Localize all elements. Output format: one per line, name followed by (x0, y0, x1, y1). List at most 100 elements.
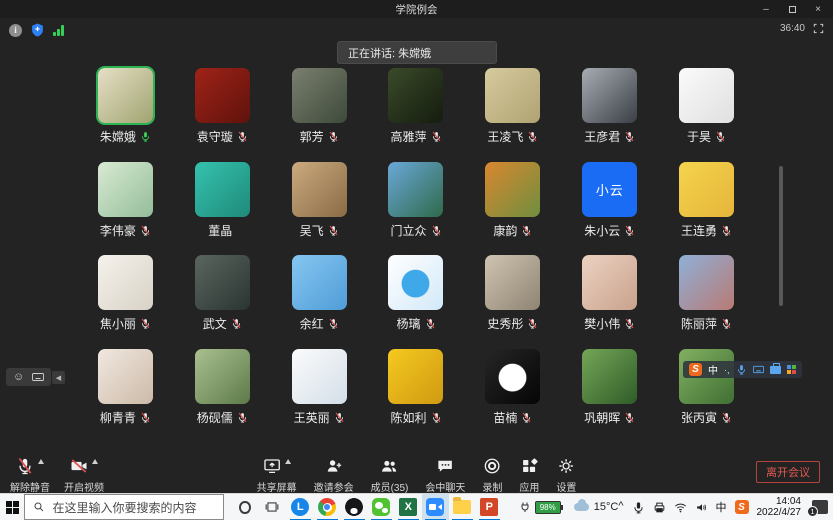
toolbar-button-members[interactable]: 成员(35) (371, 456, 409, 494)
grid-scrollbar[interactable] (779, 166, 783, 306)
start-button[interactable] (0, 494, 24, 520)
voice-input-icon[interactable] (736, 364, 747, 375)
participant-grid: 朱嫦娥 袁守璇 郭芳 高雅萍 (77, 68, 755, 442)
caret-up-icon[interactable] (92, 459, 98, 464)
toolbar-button-camOff[interactable]: 开启视频 (64, 456, 104, 494)
avatar (292, 349, 347, 404)
participant-tile[interactable]: 武文 (174, 255, 271, 349)
ime-toolbox-icon[interactable] (770, 366, 781, 374)
participant-nameline: 樊小伟 (584, 317, 635, 330)
avatar (485, 68, 540, 123)
toolbar-button-icon (483, 457, 501, 475)
toolbar-button-chat[interactable]: 会中聊天 (425, 456, 465, 494)
participant-tile[interactable]: 史秀彤 (464, 255, 561, 349)
participant-tile[interactable]: 王英丽 (271, 349, 368, 443)
minimize-button[interactable]: – (753, 0, 779, 18)
participant-name: 李伟豪 (100, 222, 136, 239)
taskbar-app-l[interactable]: L (287, 494, 314, 520)
tray-mic-icon[interactable] (632, 501, 645, 514)
participant-tile[interactable]: 袁守璇 (174, 68, 271, 162)
toolbar-button-label: 会中聊天 (425, 479, 465, 494)
cortana-icon[interactable] (239, 501, 250, 514)
taskbar-app-excel[interactable]: X (395, 494, 422, 520)
leave-meeting-button[interactable]: 离开会议 (756, 461, 820, 483)
participant-tile[interactable]: 陈如利 (368, 349, 465, 443)
participant-tile[interactable]: 王彦君 (561, 68, 658, 162)
task-view-icon[interactable] (265, 500, 279, 514)
ime-punctuation-icon[interactable]: ·, (724, 365, 730, 375)
participant-tile[interactable]: 陈丽萍 (658, 255, 755, 349)
participant-tile[interactable]: 杨砚儒 (174, 349, 271, 443)
ime-mode-indicator[interactable]: 中 (708, 362, 718, 377)
taskbar-clock[interactable]: 14:04 2022/4/27 (757, 496, 802, 518)
taskbar-app-explorer[interactable] (449, 494, 476, 520)
participant-tile[interactable]: 巩朝晖 (561, 349, 658, 443)
ime-keyboard-icon[interactable] (753, 364, 764, 375)
taskbar-app-wechat[interactable] (368, 494, 395, 520)
caret-up-icon[interactable] (285, 459, 291, 464)
participant-tile[interactable]: 焦小丽 (77, 255, 174, 349)
ime-language-indicator[interactable]: 中 (716, 499, 727, 515)
participant-tile[interactable]: 董晶 (174, 162, 271, 256)
hidden-icons-chevron[interactable]: ^ (618, 500, 623, 512)
sogou-tray-icon[interactable]: S (735, 500, 749, 514)
participant-name: 袁守璇 (197, 128, 233, 145)
participant-tile[interactable]: 杨璃 (368, 255, 465, 349)
participant-tile[interactable]: 朱嫦娥 (77, 68, 174, 162)
taskbar-search-input[interactable]: 在这里输入你要搜索的内容 (24, 494, 224, 520)
speaker-icon[interactable] (695, 501, 708, 514)
participant-tile[interactable]: 康韵 (464, 162, 561, 256)
taskbar-app-powerpoint[interactable]: P (476, 494, 503, 520)
wifi-icon[interactable] (674, 501, 687, 514)
participant-nameline: 杨砚儒 (197, 411, 248, 424)
participant-name: 高雅萍 (390, 128, 426, 145)
meeting-info-icon[interactable]: i (9, 24, 22, 37)
caret-up-icon[interactable] (38, 459, 44, 464)
speaking-toast: 正在讲话: 朱嫦娥 (337, 41, 497, 64)
printer-icon[interactable] (653, 501, 666, 514)
participant-tile[interactable]: 李伟豪 (77, 162, 174, 256)
maximize-button[interactable] (779, 0, 805, 18)
participant-tile[interactable]: 于昊 (658, 68, 755, 162)
toolbar-button-settings[interactable]: 设置 (556, 456, 576, 494)
participant-tile[interactable]: 樊小伟 (561, 255, 658, 349)
sogou-logo-icon[interactable]: S (689, 363, 702, 376)
battery-indicator[interactable]: 98% (519, 501, 561, 514)
participant-tile[interactable]: 门立众 (368, 162, 465, 256)
taskbar-app-qq[interactable] (341, 494, 368, 520)
collapse-arrow-button[interactable]: ◀ (52, 371, 65, 384)
emoji-reaction-icon[interactable]: ☺ (13, 372, 24, 383)
participant-tile[interactable]: 余红 (271, 255, 368, 349)
mic-status-icon (521, 225, 532, 236)
toolbar-button-share[interactable]: 共享屏幕 (257, 456, 297, 494)
avatar (292, 162, 347, 217)
ime-apps-icon[interactable] (787, 365, 796, 374)
participant-tile[interactable]: 郭芳 (271, 68, 368, 162)
toolbar-button-micMutedBig[interactable]: 解除静音 (10, 456, 50, 494)
participant-tile[interactable]: 苗楠 (464, 349, 561, 443)
mic-status-icon (425, 318, 436, 329)
participant-tile[interactable]: 王凌飞 (464, 68, 561, 162)
fullscreen-icon[interactable] (813, 23, 824, 34)
mic-status-icon (328, 225, 339, 236)
taskbar-app-meeting[interactable] (422, 494, 449, 520)
weather-widget[interactable]: 15°C (574, 501, 619, 513)
toolbar-button-record[interactable]: 录制 (482, 456, 502, 494)
participant-tile[interactable]: 高雅萍 (368, 68, 465, 162)
notification-center-icon[interactable]: 1 (812, 500, 828, 514)
network-signal-icon[interactable] (53, 25, 64, 36)
security-shield-icon[interactable] (31, 23, 44, 37)
toolbar-button-invite[interactable]: 邀请参会 (314, 456, 354, 494)
participant-tile[interactable]: 吴飞 (271, 162, 368, 256)
participant-tile[interactable]: 王连勇 (658, 162, 755, 256)
participant-nameline: 焦小丽 (100, 317, 151, 330)
participant-nameline: 郭芳 (300, 130, 339, 143)
participant-name: 王连勇 (681, 222, 717, 239)
participant-tile[interactable]: 柳青青 (77, 349, 174, 443)
caption-keyboard-icon[interactable] (32, 372, 44, 382)
participant-tile[interactable]: 小云 朱小云 (561, 162, 658, 256)
taskbar-app-chrome[interactable] (314, 494, 341, 520)
participant-nameline: 柳青青 (100, 411, 151, 424)
close-button[interactable]: × (805, 0, 831, 18)
toolbar-button-apps[interactable]: 应用 (519, 456, 539, 494)
